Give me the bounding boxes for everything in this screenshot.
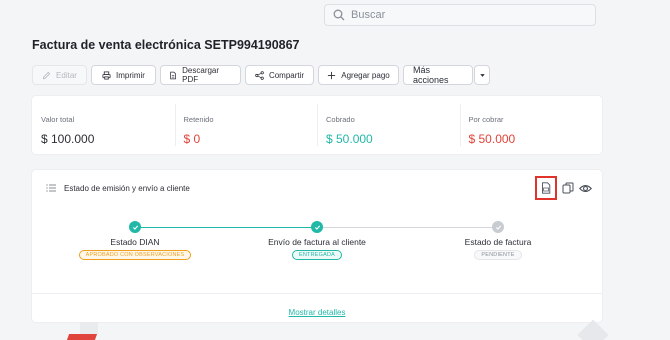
check-icon — [129, 221, 141, 233]
download-pdf-button[interactable]: Descargar PDF — [160, 65, 241, 85]
printer-icon — [102, 70, 111, 80]
file-icon — [170, 71, 176, 79]
step-badge: ENTREGADA — [291, 250, 343, 260]
check-icon — [311, 221, 323, 233]
step-dian: Estado DIAN APROBADO CON OBSERVACIONES — [55, 221, 215, 260]
share-label: Compartir — [268, 70, 305, 80]
copy-icon[interactable] — [562, 182, 574, 194]
background-decoration — [577, 319, 609, 340]
summary-label: Valor total — [41, 115, 75, 124]
status-card: Estado de emisión y envío a cliente Esta… — [32, 170, 602, 322]
edit-label: Editar — [56, 70, 77, 80]
search-box[interactable] — [324, 4, 596, 26]
card-divider — [32, 293, 602, 294]
search-icon — [333, 9, 345, 21]
more-actions-button[interactable]: Más acciones — [403, 65, 473, 85]
action-toolbar: Editar Imprimir Descargar PDF Compartir … — [32, 65, 490, 85]
print-label: Imprimir — [116, 70, 145, 80]
check-icon — [492, 221, 504, 233]
summary-value: $ 50.000 — [326, 132, 373, 146]
step-name: Envío de factura al cliente — [268, 237, 366, 247]
summary-collected: Cobrado $ 50.000 — [317, 96, 460, 154]
share-button[interactable]: Compartir — [245, 65, 314, 85]
pencil-icon — [42, 71, 51, 79]
background-decoration — [66, 334, 98, 340]
summary-retained: Retenido $ 0 — [174, 96, 318, 154]
step-name: Estado de factura — [464, 237, 532, 247]
details-row: Mostrar detalles — [32, 302, 602, 320]
summary-total: Valor total $ 100.000 — [32, 96, 175, 154]
search-input[interactable] — [351, 9, 581, 21]
page-title: Factura de venta electrónica SETP9941908… — [32, 38, 300, 52]
summary-label: Retenido — [183, 115, 214, 124]
add-payment-label: Agregar pago — [341, 70, 390, 80]
summary-receivable: Por cobrar $ 50.000 — [459, 96, 603, 154]
status-header: Estado de emisión y envío a cliente — [46, 183, 190, 193]
edit-button[interactable]: Editar — [32, 65, 87, 85]
step-name: Estado DIAN — [110, 237, 160, 247]
summary-label: Cobrado — [326, 115, 355, 124]
status-title: Estado de emisión y envío a cliente — [64, 183, 190, 193]
show-details-link[interactable]: Mostrar detalles — [289, 308, 346, 317]
status-actions — [535, 176, 592, 200]
more-actions-label: Más acciones — [413, 65, 449, 85]
eye-icon[interactable] — [579, 182, 592, 195]
caret-down-icon — [479, 73, 485, 77]
summary-value: $ 0 — [183, 132, 201, 146]
document-pdf-icon — [542, 182, 551, 194]
more-actions-dropdown[interactable] — [474, 65, 490, 85]
share-icon — [255, 70, 264, 80]
summary-label: Por cobrar — [468, 115, 504, 124]
plus-icon — [328, 71, 336, 79]
add-payment-button[interactable]: Agregar pago — [318, 65, 399, 85]
summary-value: $ 100.000 — [41, 132, 95, 146]
download-pdf-label: Descargar PDF — [182, 66, 220, 84]
step-badge: APROBADO CON OBSERVACIONES — [78, 250, 192, 260]
step-delivery: Envío de factura al cliente ENTREGADA — [237, 221, 397, 260]
summary-value: $ 50.000 — [468, 132, 516, 146]
summary-card: Valor total $ 100.000 Retenido $ 0 Cobra… — [32, 96, 602, 154]
background-decoration — [80, 322, 98, 334]
step-badge: PENDIENTE — [474, 250, 522, 260]
print-button[interactable]: Imprimir — [91, 65, 156, 85]
step-invoice-status: Estado de factura PENDIENTE — [418, 221, 578, 260]
list-icon — [46, 184, 56, 192]
view-pdf-button[interactable] — [535, 176, 557, 200]
